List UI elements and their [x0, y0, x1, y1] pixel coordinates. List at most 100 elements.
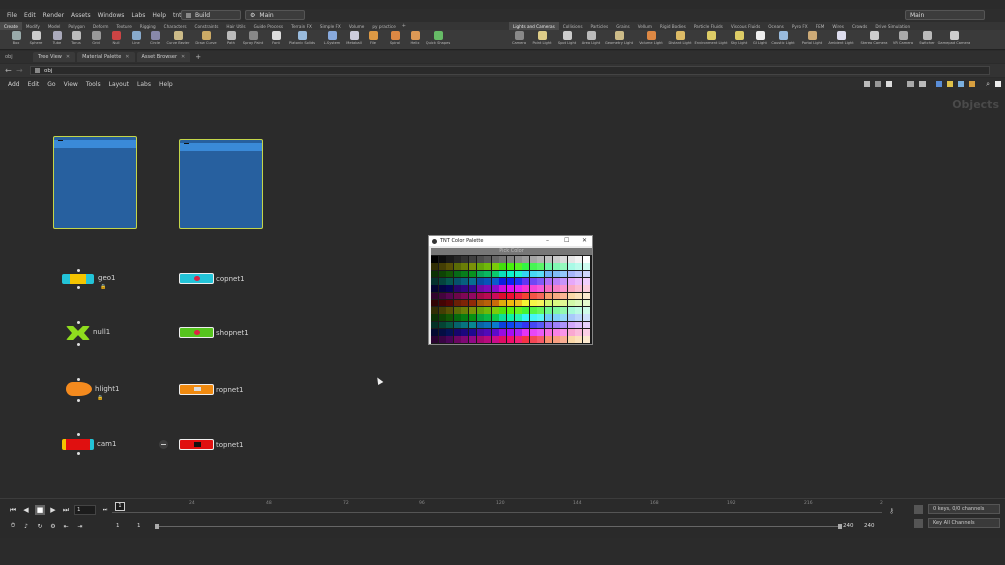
range-slider-start-handle[interactable] — [155, 524, 159, 529]
color-swatch[interactable] — [560, 299, 568, 307]
net-menu-go[interactable]: Go — [47, 81, 55, 88]
color-swatch[interactable] — [446, 277, 454, 285]
color-swatch[interactable] — [552, 277, 560, 285]
color-swatch[interactable] — [453, 329, 461, 336]
color-swatch[interactable] — [491, 292, 499, 300]
shelf-tab-l-4[interactable]: Deform — [89, 22, 113, 30]
menu-help[interactable]: Help — [152, 12, 166, 19]
range-end-icon[interactable]: ⇥ — [75, 521, 85, 531]
color-swatch[interactable] — [469, 256, 476, 263]
tab-tree-view[interactable]: Tree View ✕ — [33, 52, 76, 62]
color-swatch[interactable] — [545, 263, 552, 270]
color-swatch[interactable] — [446, 263, 454, 270]
light-node-icon[interactable] — [66, 382, 92, 396]
shelf-tool-right-1[interactable]: Point Light — [530, 31, 554, 49]
shop-node-icon[interactable] — [179, 327, 214, 338]
color-swatch[interactable] — [446, 270, 454, 278]
shelf-tab-r-1[interactable]: Collisions — [559, 22, 587, 30]
color-swatch[interactable] — [537, 321, 545, 329]
color-swatch[interactable] — [537, 270, 545, 278]
color-swatch[interactable] — [560, 314, 568, 322]
color-swatch[interactable] — [476, 329, 484, 336]
color-swatch[interactable] — [461, 336, 469, 343]
color-swatch[interactable] — [537, 292, 545, 300]
tree-icon[interactable] — [875, 81, 882, 87]
color-swatch[interactable] — [438, 307, 446, 314]
color-swatch[interactable] — [491, 270, 499, 278]
info-icon[interactable] — [995, 81, 1001, 87]
color-swatch[interactable] — [522, 314, 530, 322]
color-swatch[interactable] — [583, 307, 590, 314]
shelf-tool-right-0[interactable]: Camera — [507, 31, 531, 49]
color-swatch[interactable] — [514, 277, 522, 285]
color-swatch[interactable] — [499, 285, 507, 292]
tab-material-palette[interactable]: Material Palette ✕ — [77, 52, 135, 62]
maximize-button[interactable]: ☐ — [564, 237, 569, 244]
color-swatch[interactable] — [567, 336, 575, 343]
color-swatch[interactable] — [484, 321, 492, 329]
shelf-tool-right-10[interactable]: Caustic Light — [771, 31, 795, 49]
range-end-field[interactable]: 240 — [864, 523, 875, 529]
color-swatch[interactable] — [507, 270, 514, 278]
output-connector[interactable] — [77, 343, 80, 346]
shelf-tab-l-8[interactable]: Constraints — [191, 22, 223, 30]
color-swatch[interactable] — [537, 299, 545, 307]
color-swatch[interactable] — [575, 329, 583, 336]
network-box-2[interactable] — [179, 139, 263, 229]
desktop-dropdown[interactable]: Build — [181, 10, 241, 20]
minimize-button[interactable]: – — [546, 237, 549, 244]
color-swatch[interactable] — [545, 314, 552, 322]
color-swatch[interactable] — [583, 263, 590, 270]
color-swatch[interactable] — [575, 307, 583, 314]
step-keys-icon[interactable]: ⏭ — [100, 505, 110, 515]
shelf-tab-l-14[interactable]: py practice — [368, 22, 399, 30]
wire-tool-icon[interactable] — [864, 81, 871, 87]
color-swatch[interactable] — [461, 256, 469, 263]
menu-render[interactable]: Render — [43, 12, 64, 19]
color-swatch[interactable] — [476, 263, 484, 270]
color-swatch[interactable] — [545, 292, 552, 300]
color-swatch[interactable] — [438, 270, 446, 278]
color-swatch[interactable] — [529, 270, 537, 278]
color-swatch[interactable] — [431, 256, 438, 263]
color-swatch[interactable] — [560, 263, 568, 270]
color-swatch[interactable] — [522, 256, 530, 263]
color-swatch[interactable] — [438, 299, 446, 307]
color-swatch[interactable] — [529, 307, 537, 314]
color-swatch[interactable] — [438, 256, 446, 263]
color-swatch[interactable] — [529, 321, 537, 329]
net-menu-help[interactable]: Help — [159, 81, 173, 88]
color-swatch[interactable] — [499, 270, 507, 278]
color-swatch[interactable] — [567, 285, 575, 292]
color-swatch[interactable] — [476, 321, 484, 329]
shelf-tab-r-4[interactable]: Vellum — [634, 22, 656, 30]
cop-node-icon[interactable] — [179, 273, 214, 284]
color-swatch[interactable] — [552, 336, 560, 343]
color-swatch[interactable] — [461, 292, 469, 300]
color-swatch[interactable] — [514, 256, 522, 263]
menu-windows[interactable]: Windows — [98, 12, 125, 19]
color-swatch[interactable] — [461, 329, 469, 336]
color-swatch[interactable] — [507, 292, 514, 300]
range-end[interactable]: 240 — [843, 523, 854, 529]
network-box-1[interactable] — [53, 136, 137, 229]
color-swatch[interactable] — [469, 263, 476, 270]
shelf-tool-right-2[interactable]: Spot Light — [555, 31, 579, 49]
color-swatch[interactable] — [461, 321, 469, 329]
color-swatch[interactable] — [507, 321, 514, 329]
color-swatch[interactable] — [545, 321, 552, 329]
color-swatch[interactable] — [537, 285, 545, 292]
shelf-tool-19[interactable]: Quick Shapes — [426, 31, 450, 49]
shelf-tool-16[interactable]: File — [361, 31, 385, 49]
color-swatch[interactable] — [484, 256, 492, 263]
color-swatch[interactable] — [583, 314, 590, 322]
color-swatch[interactable] — [453, 299, 461, 307]
color-swatch[interactable] — [514, 321, 522, 329]
close-button[interactable]: ✕ — [582, 237, 587, 244]
color-swatch[interactable] — [499, 307, 507, 314]
path-field[interactable]: obj — [30, 66, 990, 75]
color-swatch[interactable] — [545, 307, 552, 314]
color-swatch[interactable] — [438, 292, 446, 300]
shelf-tool-11[interactable]: Spray Paint — [241, 31, 265, 49]
color-swatch[interactable] — [567, 314, 575, 322]
